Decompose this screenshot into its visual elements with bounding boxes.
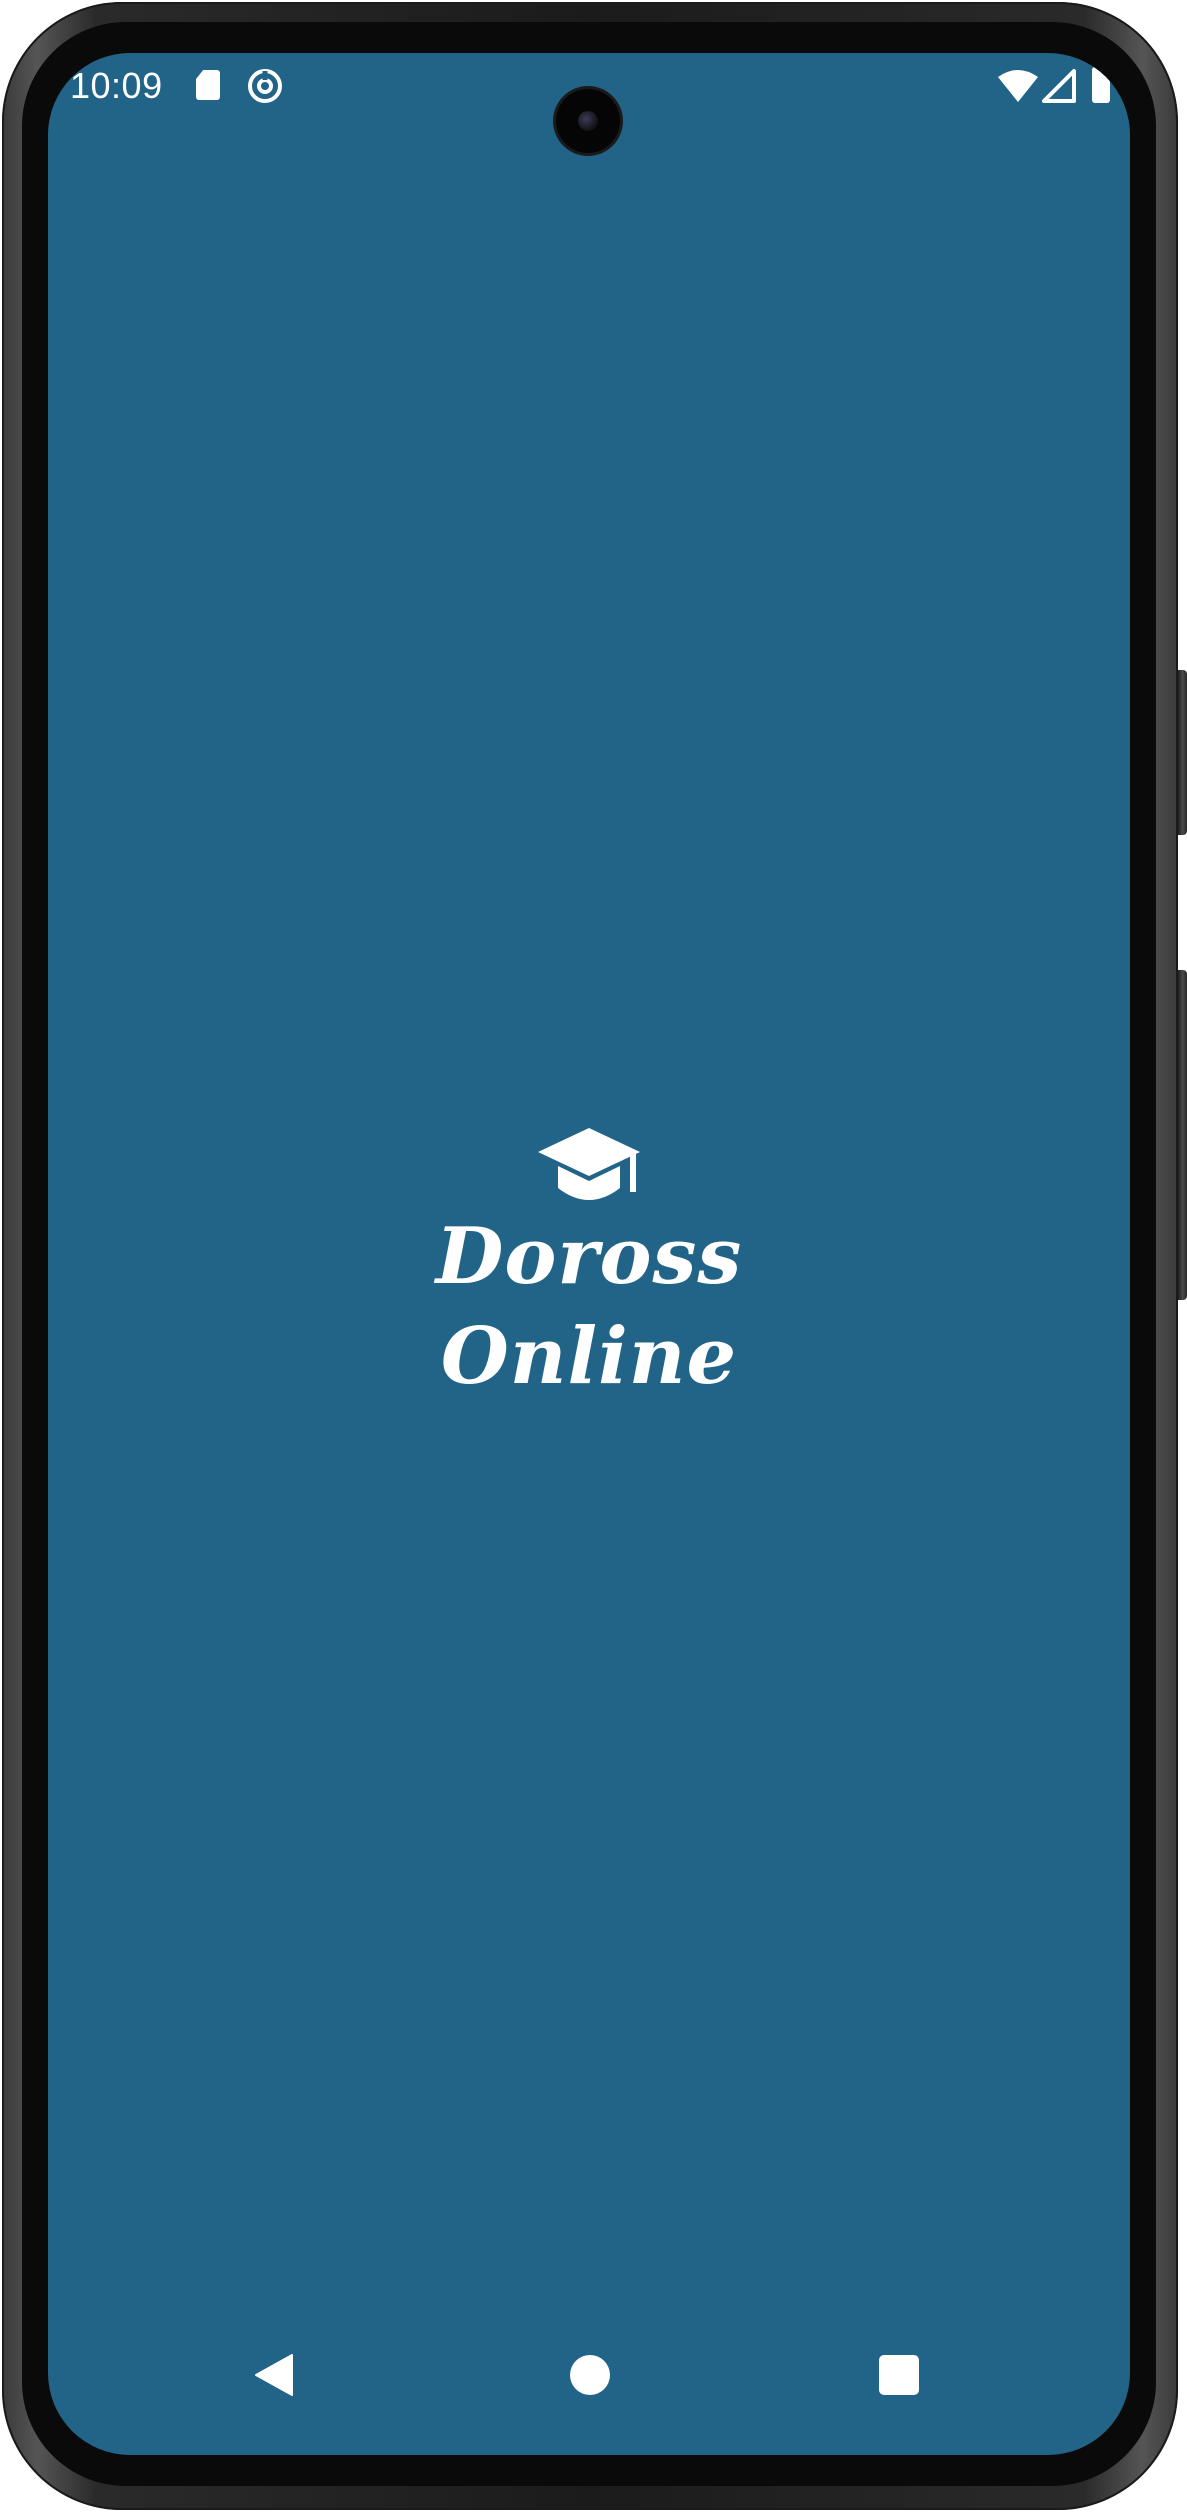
app-title-line-1: Doross xyxy=(435,1211,743,1302)
phone-device: 10:09 Doross Online xyxy=(0,0,1187,2513)
app-title-line-2: Online xyxy=(440,1311,738,1402)
back-icon[interactable] xyxy=(254,2353,294,2397)
graduation-cap-icon xyxy=(538,1128,640,1200)
recents-icon[interactable] xyxy=(879,2355,919,2395)
volume-button xyxy=(1178,970,1187,1300)
power-button xyxy=(1178,670,1187,835)
navigation-bar xyxy=(48,2315,1130,2455)
splash-screen: Doross Online xyxy=(48,53,1130,2455)
screen: 10:09 Doross Online xyxy=(48,53,1130,2455)
home-icon[interactable] xyxy=(570,2355,610,2395)
